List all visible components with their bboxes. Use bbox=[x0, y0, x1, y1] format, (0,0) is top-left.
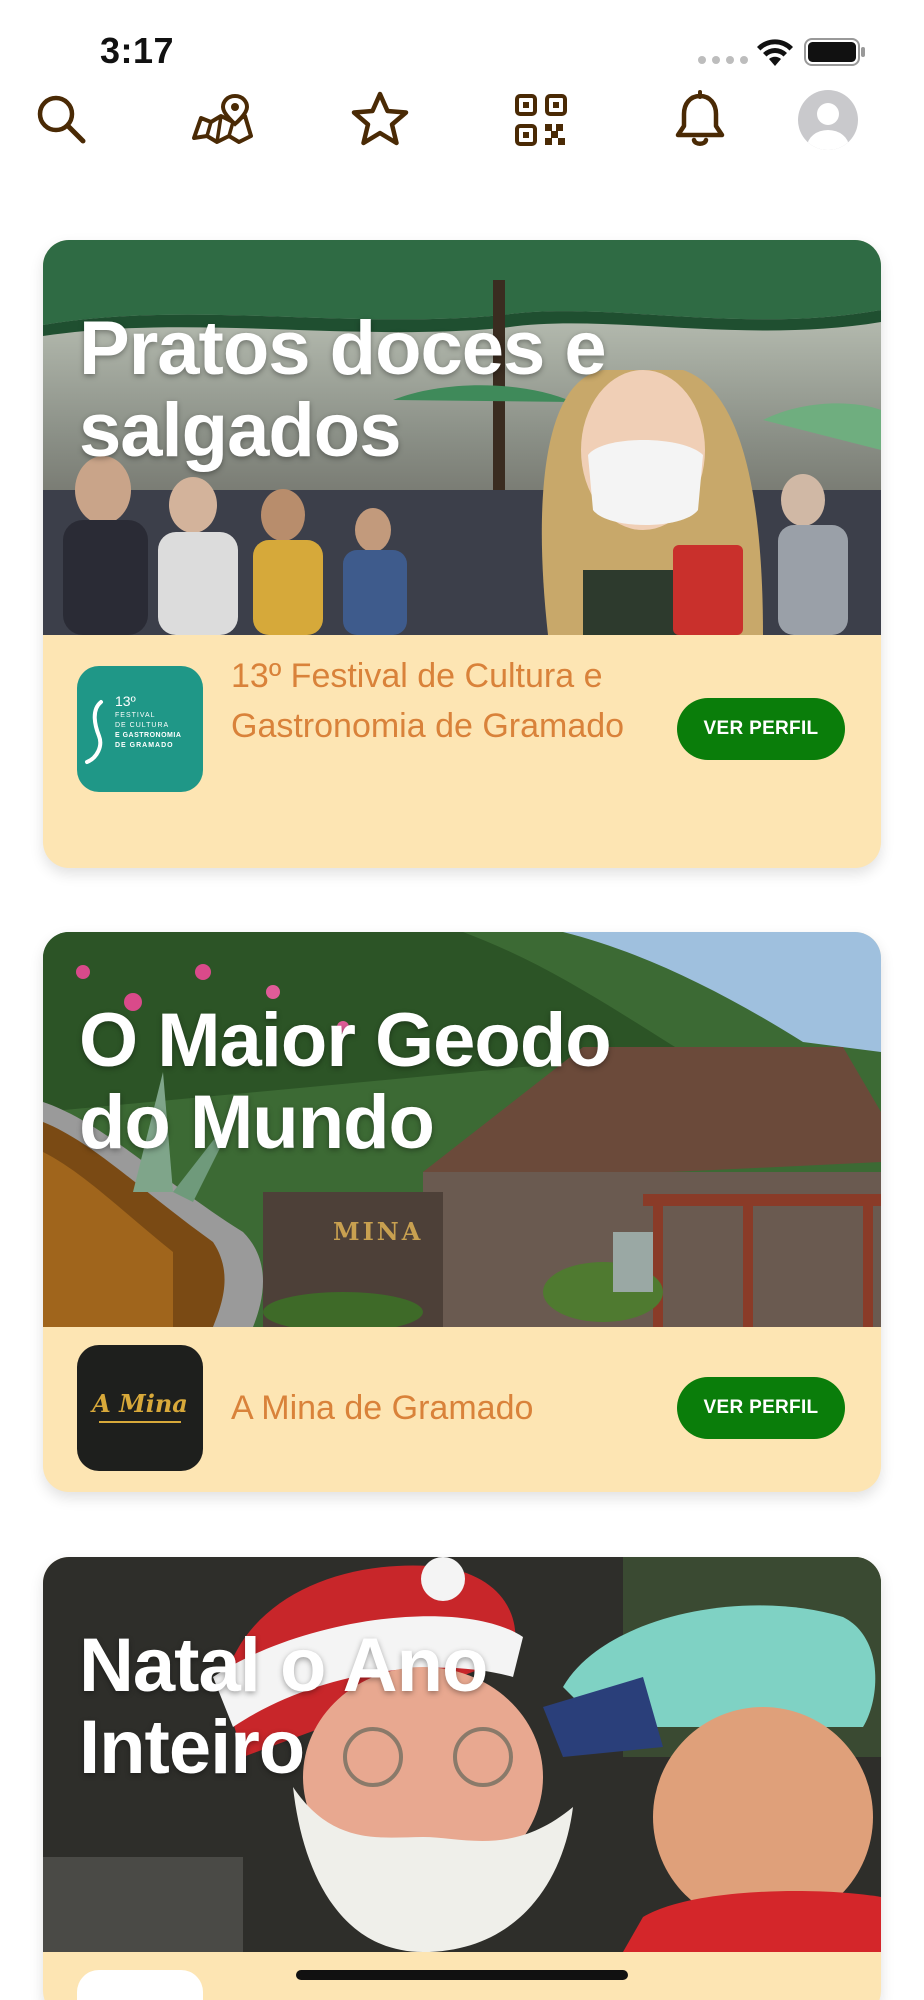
status-bar: 3:17 bbox=[0, 0, 924, 80]
festival-logo-icon bbox=[85, 700, 103, 764]
map-button[interactable] bbox=[186, 84, 258, 156]
view-profile-button[interactable]: VER PERFIL bbox=[677, 1377, 845, 1439]
status-time: 3:17 bbox=[100, 30, 175, 71]
image-sign: MINA bbox=[333, 1217, 424, 1246]
battery-icon bbox=[804, 38, 865, 66]
search-button[interactable] bbox=[26, 84, 98, 156]
organization-logo: 13º FESTIVAL DE CULTURA E GASTRONOMIA DE… bbox=[77, 666, 203, 792]
card-title: Natal o Ano Inteiro bbox=[79, 1623, 488, 1790]
organization-logo: A Mina bbox=[77, 1345, 203, 1471]
map-icon bbox=[192, 93, 253, 144]
organization-logo bbox=[77, 1970, 203, 2000]
logo-line: E GASTRONOMIA bbox=[115, 732, 182, 739]
logo-line: DE CULTURA bbox=[115, 722, 170, 729]
event-card[interactable]: Pratos doces e salgados 13º FESTIVAL DE … bbox=[43, 240, 881, 868]
card-title: O Maior Geodo do Mundo bbox=[79, 998, 612, 1165]
card-image: Pratos doces e salgados bbox=[43, 240, 881, 635]
logo-line: FESTIVAL bbox=[115, 712, 156, 719]
favorites-button[interactable] bbox=[344, 84, 416, 156]
bell-icon bbox=[675, 90, 725, 146]
organization-name: A Mina de Gramado bbox=[231, 1389, 534, 1427]
wifi-icon bbox=[757, 39, 793, 66]
logo-line: DE GRAMADO bbox=[115, 742, 174, 749]
qr-code-icon bbox=[515, 94, 567, 146]
app-screen: 3:17 Pratos doces e salgados 13º FESTIVA… bbox=[0, 0, 924, 2000]
profile-avatar-button[interactable] bbox=[792, 84, 864, 156]
card-image: O Maior Geodo do Mundo MINA bbox=[43, 932, 881, 1327]
event-card[interactable]: Natal o Ano Inteiro bbox=[43, 1557, 881, 2000]
logo-number: 13º bbox=[115, 693, 136, 709]
logo-underline bbox=[99, 1421, 181, 1423]
card-footer: A Mina A Mina de Gramado VER PERFIL bbox=[43, 1327, 881, 1492]
card-footer: 13º FESTIVAL DE CULTURA E GASTRONOMIA DE… bbox=[43, 635, 881, 868]
cellular-signal-icon bbox=[698, 56, 748, 64]
home-indicator bbox=[296, 1970, 628, 1980]
event-card[interactable]: O Maior Geodo do Mundo MINA A Mina A Min… bbox=[43, 932, 881, 1492]
organization-name: 13º Festival de Cultura e Gastronomia de… bbox=[231, 657, 625, 745]
card-image: Natal o Ano Inteiro bbox=[43, 1557, 881, 1952]
qr-code-button[interactable] bbox=[505, 84, 577, 156]
avatar-icon bbox=[798, 90, 858, 150]
top-navigation bbox=[0, 84, 924, 156]
star-icon bbox=[351, 91, 409, 146]
search-icon bbox=[37, 95, 86, 144]
notifications-button[interactable] bbox=[664, 84, 736, 156]
card-title: Pratos doces e salgados bbox=[79, 306, 607, 473]
logo-text: A Mina bbox=[92, 1389, 188, 1418]
view-profile-button[interactable]: VER PERFIL bbox=[677, 698, 845, 760]
